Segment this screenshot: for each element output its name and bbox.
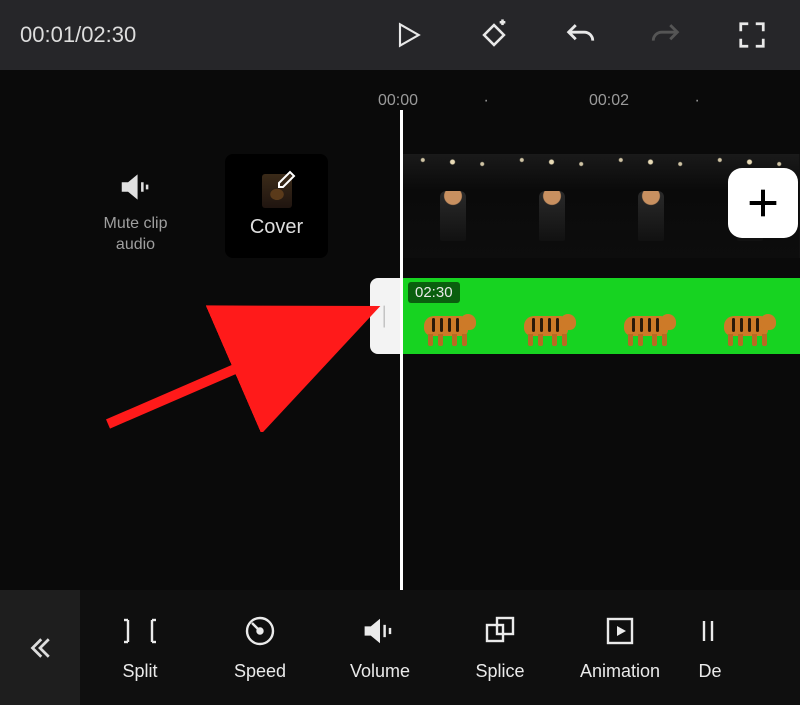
playhead[interactable] xyxy=(400,110,403,590)
tool-label: Animation xyxy=(580,661,660,682)
volume-icon xyxy=(360,613,400,649)
timeline-area[interactable]: Mute clip audio Cover │ 02:30 xyxy=(0,110,800,590)
bottom-toolbar: Split Speed Volume Splice Animation xyxy=(0,590,800,705)
tool-label: Splice xyxy=(475,661,524,682)
cover-thumbnail xyxy=(262,174,292,208)
video-frame xyxy=(403,154,502,258)
pencil-icon xyxy=(276,166,300,190)
playback-controls xyxy=(388,15,772,55)
delete-icon xyxy=(698,613,722,649)
overlay-frame xyxy=(700,278,800,354)
speed-icon xyxy=(242,613,278,649)
fullscreen-icon xyxy=(737,20,767,50)
toolbar-items: Split Speed Volume Splice Animation xyxy=(80,613,800,682)
cover-button[interactable]: Cover xyxy=(225,154,328,258)
overlay-clip[interactable]: 02:30 xyxy=(400,278,800,354)
video-frame xyxy=(502,154,601,258)
overlay-track[interactable]: │ 02:30 xyxy=(370,278,800,354)
mute-clip-audio-button[interactable]: Mute clip audio xyxy=(78,170,193,256)
cover-label: Cover xyxy=(250,216,303,239)
keyframe-icon xyxy=(477,18,511,52)
clip-trim-handle[interactable]: │ xyxy=(370,278,400,354)
clip-duration-badge: 02:30 xyxy=(408,282,460,303)
tool-splice[interactable]: Splice xyxy=(440,613,560,682)
tool-label: Split xyxy=(122,661,157,682)
current-time: 00:01 xyxy=(20,22,75,47)
speaker-icon xyxy=(78,170,193,204)
undo-button[interactable] xyxy=(560,15,600,55)
play-icon xyxy=(392,19,424,51)
tool-delete-partial[interactable]: De xyxy=(680,613,740,682)
ruler-mark: 00:00 xyxy=(378,92,484,110)
add-clip-button[interactable] xyxy=(728,168,798,238)
total-time: 02:30 xyxy=(81,22,136,47)
tool-label: Speed xyxy=(234,661,286,682)
ruler-dot: · xyxy=(695,92,800,110)
plus-icon xyxy=(743,183,783,223)
tool-label: Volume xyxy=(350,661,410,682)
animation-icon xyxy=(602,613,638,649)
timeline-ruler[interactable]: 00:00 · 00:02 · xyxy=(0,70,800,110)
keyframe-button[interactable] xyxy=(474,15,514,55)
tool-speed[interactable]: Speed xyxy=(200,613,320,682)
mute-label-line1: Mute clip xyxy=(78,214,193,235)
fullscreen-button[interactable] xyxy=(732,15,772,55)
tool-volume[interactable]: Volume xyxy=(320,613,440,682)
undo-icon xyxy=(563,18,597,52)
tool-split[interactable]: Split xyxy=(80,613,200,682)
video-frame xyxy=(601,154,700,258)
time-display: 00:01/02:30 xyxy=(20,22,136,48)
overlay-frame xyxy=(600,278,700,354)
play-button[interactable] xyxy=(388,15,428,55)
split-icon xyxy=(122,613,158,649)
mute-label-line2: audio xyxy=(78,235,193,256)
tool-animation[interactable]: Animation xyxy=(560,613,680,682)
ruler-mark: 00:02 xyxy=(589,92,695,110)
top-bar: 00:01/02:30 xyxy=(0,0,800,70)
tool-label: De xyxy=(698,661,721,682)
back-button[interactable] xyxy=(0,590,80,705)
splice-icon xyxy=(482,613,518,649)
redo-button[interactable] xyxy=(646,15,686,55)
redo-icon xyxy=(649,18,683,52)
chevron-double-left-icon xyxy=(25,633,55,663)
overlay-frame xyxy=(500,278,600,354)
ruler-dot: · xyxy=(484,92,590,110)
annotation-arrow xyxy=(100,302,390,432)
